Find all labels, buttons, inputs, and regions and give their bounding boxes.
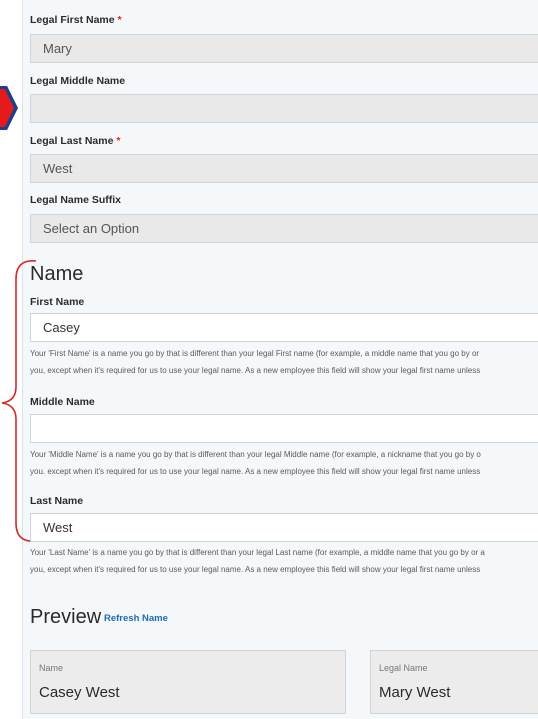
first-name-label: First Name [30,296,85,308]
required-marker: * [116,135,121,147]
preview-name-value: Casey West [39,684,120,701]
preview-legal-name-value: Mary West [379,684,451,701]
legal-name-suffix-select[interactable]: Select an Option [30,214,538,243]
name-section-title: Name [30,263,84,285]
middle-name-input[interactable] [30,414,538,443]
first-name-input[interactable]: Casey [30,313,538,342]
legal-first-name-label: Legal First Name * [30,14,122,26]
preview-legal-name-card: Legal Name Mary West [370,650,538,714]
legal-middle-name-label: Legal Middle Name [30,75,126,87]
required-marker: * [117,14,122,26]
middle-name-help-line-1: Your 'Middle Name' is a name you go by t… [30,450,481,459]
middle-name-help-line-2: you. except when it's required for us to… [30,467,481,476]
first-name-help-line-2: you, except when it's required for us to… [30,366,481,375]
last-name-input[interactable]: West [30,513,538,542]
legal-name-suffix-label: Legal Name Suffix [30,194,122,206]
legal-last-name-field[interactable]: West [30,154,538,183]
last-name-label: Last Name [30,495,84,507]
preview-title: Preview [30,606,102,628]
last-name-help-line-2: you, except when it's required for us to… [30,565,481,574]
first-name-help-line-1: Your 'First Name' is a name you go by th… [30,349,480,358]
annotation-marker [0,89,14,127]
preview-legal-name-caption: Legal Name [379,663,428,673]
preview-name-card: Name Casey West [30,650,346,714]
middle-name-label: Middle Name [30,396,95,408]
legal-first-name-field[interactable]: Mary [30,34,538,63]
preview-name-caption: Name [39,663,64,673]
refresh-name-link[interactable]: Refresh Name [104,613,168,624]
legal-last-name-label: Legal Last Name * [30,135,121,147]
legal-middle-name-field[interactable] [30,94,538,123]
last-name-help-line-1: Your 'Last Name' is a name you go by tha… [30,548,485,557]
